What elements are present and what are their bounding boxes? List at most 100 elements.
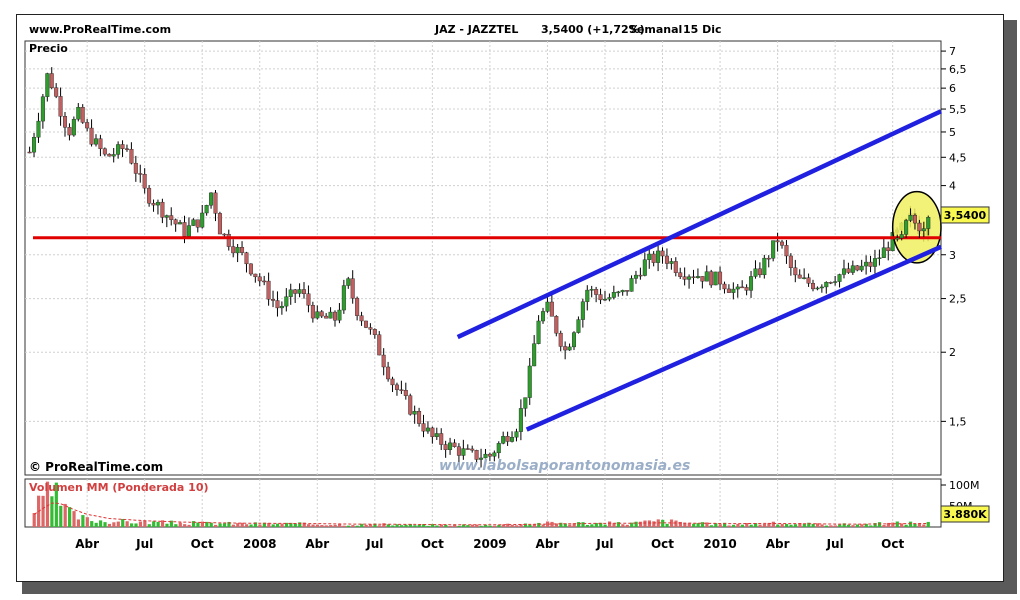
candle-down — [403, 390, 408, 396]
volume-bar — [537, 522, 541, 527]
candle-down — [554, 316, 559, 334]
volume-bar — [174, 524, 178, 527]
volume-bar — [528, 524, 532, 527]
header-instrument: JAZ - JAZZTEL — [434, 23, 518, 36]
volume-bar — [187, 524, 191, 527]
candle-down — [138, 173, 143, 175]
candle-up — [872, 258, 877, 267]
volume-bar — [585, 524, 590, 527]
candle-up — [629, 278, 634, 292]
volume-bar — [196, 522, 200, 527]
x-tick-label: Jul — [365, 537, 383, 551]
volume-bar — [811, 523, 815, 527]
candle-up — [687, 276, 692, 280]
volume-bar — [683, 523, 687, 527]
candle-down — [886, 247, 891, 252]
volume-bar — [413, 525, 417, 527]
candle-up — [541, 311, 546, 322]
volume-bar — [895, 521, 899, 527]
volume-bar — [68, 507, 72, 527]
candle-down — [780, 241, 785, 246]
candle-down — [124, 148, 129, 150]
candle-up — [279, 305, 284, 309]
volume-bar — [457, 525, 461, 527]
candle-down — [775, 240, 780, 243]
candle-up — [647, 253, 652, 260]
volume-bar — [129, 523, 134, 527]
candle-up — [731, 288, 736, 293]
candle-down — [505, 436, 510, 442]
candle-down — [231, 246, 236, 254]
candle-down — [248, 263, 253, 275]
volume-bar — [824, 525, 829, 527]
candle-up — [235, 247, 240, 254]
candle-up — [448, 442, 453, 450]
volume-bar — [125, 521, 129, 527]
candle-up — [607, 297, 612, 300]
x-tick-label: Abr — [305, 537, 329, 551]
x-tick-label: Jul — [595, 537, 613, 551]
candle-up — [425, 427, 430, 432]
volume-bar — [789, 524, 793, 527]
candle-up — [908, 215, 913, 221]
candle-down — [638, 274, 643, 277]
volume-bar — [908, 521, 913, 527]
candle-up — [881, 247, 886, 258]
candle-up — [904, 220, 909, 235]
volume-bar — [134, 523, 138, 527]
candle-down — [217, 213, 222, 235]
volume-bar — [276, 523, 280, 527]
candle-down — [195, 219, 200, 228]
candle-down — [226, 233, 231, 247]
volume-bar — [661, 519, 665, 527]
x-tick-label: Oct — [191, 537, 214, 551]
volume-bar — [218, 523, 222, 527]
candle-up — [501, 436, 506, 444]
candle-down — [855, 265, 860, 271]
candle-down — [80, 107, 85, 123]
candle-down — [253, 273, 258, 278]
copyright-text: © ProRealTime.com — [29, 460, 163, 474]
volume-bar — [94, 522, 98, 527]
candle-down — [359, 315, 364, 322]
candle-down — [470, 448, 475, 451]
candle-up — [45, 73, 50, 97]
candle-up — [620, 290, 625, 293]
volume-bar — [307, 524, 311, 527]
volume-bar — [749, 524, 753, 527]
candle-up — [819, 286, 824, 289]
candle-up — [669, 261, 674, 264]
volume-bar — [152, 521, 156, 527]
candle-down — [456, 446, 461, 456]
candle-down — [766, 257, 771, 260]
candle-down — [806, 277, 811, 284]
candle-down — [182, 222, 187, 237]
candle-down — [673, 261, 678, 273]
volume-bar — [382, 523, 386, 527]
candle-down — [222, 233, 227, 236]
candle-up — [76, 107, 81, 120]
candle-up — [771, 240, 776, 259]
candle-up — [412, 411, 417, 415]
price-y-tick-label: 6,5 — [949, 63, 967, 76]
candle-down — [306, 293, 311, 306]
price-y-tick-label: 2 — [949, 346, 956, 359]
x-tick-label: 2008 — [243, 537, 276, 551]
volume-bar — [103, 522, 107, 527]
candle-down — [120, 144, 125, 149]
volume-bar — [665, 523, 669, 527]
candle-down — [757, 268, 762, 276]
candle-down — [678, 272, 683, 277]
candle-down — [598, 294, 603, 301]
header-period: Semanal — [629, 23, 682, 36]
volume-bar — [399, 525, 404, 527]
price-y-tick-label: 1,5 — [949, 415, 967, 428]
volume-bar — [466, 525, 470, 527]
volume-bar — [643, 520, 647, 527]
price-y-tick-label: 2,5 — [949, 293, 967, 306]
candle-down — [213, 192, 218, 214]
candle-down — [811, 283, 816, 290]
volume-bar — [333, 524, 337, 527]
candle-up — [642, 259, 647, 276]
volume-bar — [231, 524, 235, 527]
